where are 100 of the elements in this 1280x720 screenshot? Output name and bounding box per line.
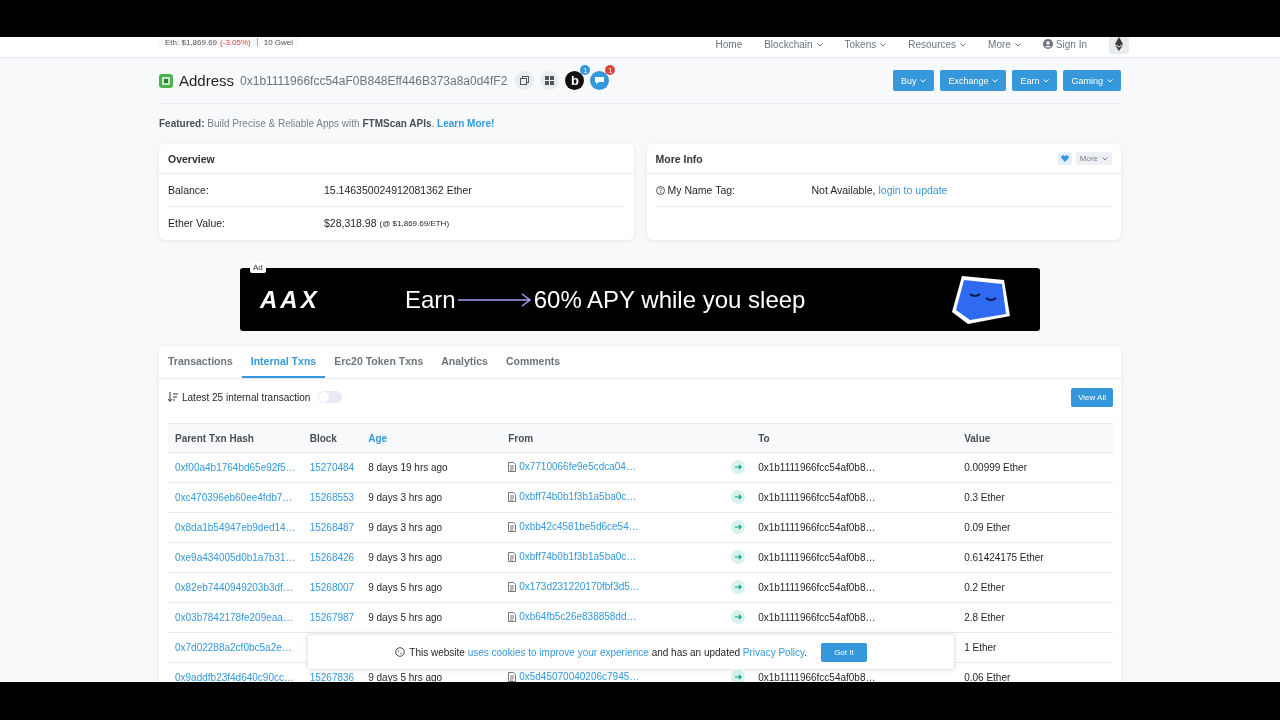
value-text: 2.8 Ether bbox=[964, 612, 1005, 623]
value-text: 0.09 Ether bbox=[964, 522, 1011, 533]
to-address: 0x1b1111966fcc54af0b8… bbox=[758, 612, 876, 623]
nav-link[interactable]: Blockchain bbox=[764, 38, 823, 50]
block-link[interactable]: 15268007 bbox=[309, 582, 355, 593]
block-link[interactable]: 15268487 bbox=[309, 522, 355, 533]
ad-logo: AAX bbox=[260, 285, 321, 314]
more-button[interactable]: More bbox=[1075, 152, 1112, 165]
card-title: Overview bbox=[168, 152, 215, 165]
arrow-right-icon bbox=[731, 489, 746, 504]
txn-hash-link[interactable]: 0x03b7842178fe209eaa… bbox=[175, 612, 293, 623]
age-text: 9 days 3 hrs ago bbox=[368, 552, 443, 563]
from-address-link[interactable]: 0xbb42c4581be5d6ce54… bbox=[519, 521, 639, 533]
txn-hash-link[interactable]: 0x8da1b54947eb9ded14… bbox=[175, 522, 296, 533]
column-header[interactable]: Age bbox=[361, 423, 502, 453]
caret-icon bbox=[960, 42, 967, 47]
block-link[interactable]: 15270484 bbox=[309, 462, 355, 473]
qr-code-button[interactable] bbox=[540, 71, 560, 90]
field-label: My Name Tag: bbox=[667, 184, 735, 196]
view-all-button[interactable]: View All bbox=[1071, 387, 1113, 407]
value-text: 0.2 Ether bbox=[964, 582, 1005, 593]
address-hash: 0x1b1111966fcc54aF0B848Eff446B373a8a0d4fF2 bbox=[240, 73, 508, 88]
arrow-right-icon bbox=[731, 609, 746, 624]
nav-link[interactable]: More bbox=[988, 38, 1021, 50]
value-text: 0.3 Ether bbox=[964, 492, 1005, 503]
eth-price: Eth: $1,869.69 bbox=[165, 37, 218, 47]
caret-icon bbox=[992, 79, 999, 84]
from-address-link[interactable]: 0x173d231220170fbf3d5… bbox=[519, 581, 640, 593]
caret-icon bbox=[1102, 156, 1108, 161]
to-address: 0x1b1111966fcc54af0b8… bbox=[758, 522, 876, 533]
b-logo-button[interactable]: b bbox=[565, 71, 585, 90]
tab[interactable]: Analytics bbox=[432, 346, 497, 378]
cookie-icon bbox=[395, 647, 406, 657]
rate-note: (@ $1,869.69/ETH) bbox=[379, 218, 450, 228]
column-header: Parent Txn Hash bbox=[168, 423, 303, 453]
to-address: 0x1b1111966fcc54af0b8… bbox=[758, 552, 876, 563]
tab[interactable]: Erc20 Token Txns bbox=[325, 346, 433, 378]
txn-hash-link[interactable]: 0x82eb7440949203b3df… bbox=[175, 582, 293, 593]
learn-more-link[interactable]: Learn More! bbox=[437, 118, 495, 129]
from-address-link[interactable]: 0xb64fb5c26e838858dd… bbox=[519, 611, 637, 623]
to-address: 0x1b1111966fcc54af0b8… bbox=[758, 672, 876, 682]
ad-text: Earn bbox=[405, 285, 456, 314]
from-address-link[interactable]: 0xbff74b0b1f3b1a5ba0c… bbox=[519, 491, 637, 503]
txn-hash-link[interactable]: 0x7d02288a2cf0bc5a2e… bbox=[175, 642, 292, 653]
to-address: 0x1b1111966fcc54af0b8… bbox=[758, 492, 876, 503]
dropdown-button[interactable]: Earn bbox=[1012, 70, 1058, 91]
ad-text: 60% APY while you sleep bbox=[533, 285, 806, 314]
chat-button[interactable] bbox=[590, 71, 610, 90]
field-value: 15.146350024912081362 Ether bbox=[324, 184, 472, 196]
to-address: 0x1b1111966fcc54af0b8… bbox=[758, 462, 876, 473]
nav-link[interactable]: Resources bbox=[908, 38, 967, 50]
txn-hash-link[interactable]: 0x9addfb23f4d640c90cc… bbox=[175, 672, 294, 682]
arrow-right-icon bbox=[731, 519, 746, 534]
sign-in-link[interactable]: Sign In bbox=[1042, 38, 1087, 50]
block-link[interactable]: 15268553 bbox=[309, 492, 355, 503]
block-link[interactable]: 15267836 bbox=[309, 672, 355, 682]
caret-icon bbox=[1107, 79, 1113, 84]
to-address: 0x1b1111966fcc54af0b8… bbox=[758, 582, 876, 593]
txn-hash-link[interactable]: 0xf00a4b1764bd65e92f5… bbox=[175, 462, 296, 473]
favorite-button[interactable] bbox=[1057, 152, 1072, 165]
block-link[interactable]: 15267987 bbox=[309, 612, 355, 623]
contract-icon bbox=[508, 671, 517, 682]
contract-icon bbox=[508, 551, 517, 562]
column-header: From bbox=[501, 423, 752, 453]
tab[interactable]: Transactions bbox=[159, 346, 242, 378]
dropdown-button[interactable]: Exchange bbox=[940, 70, 1007, 91]
from-address-link[interactable]: 0xbff74b0b1f3b1a5ba0c… bbox=[519, 551, 637, 563]
field-label: Ether Value: bbox=[168, 217, 226, 229]
caret-icon bbox=[920, 79, 927, 84]
toggle-switch[interactable] bbox=[318, 391, 343, 403]
nav-link[interactable]: Home bbox=[715, 38, 743, 50]
txn-hash-link[interactable]: 0xe9a434005d0b1a7b31… bbox=[175, 552, 296, 563]
tab[interactable]: Internal Txns bbox=[241, 346, 326, 378]
page-title: Address bbox=[179, 72, 235, 89]
login-link[interactable]: login to update bbox=[878, 184, 948, 196]
ethereum-icon[interactable] bbox=[1109, 37, 1129, 54]
column-header: Value bbox=[957, 423, 1113, 453]
from-address-link[interactable]: 0x7710066fe9e5cdca04… bbox=[519, 461, 636, 473]
nav-link[interactable]: Tokens bbox=[844, 38, 887, 50]
arrow-icon bbox=[457, 292, 532, 307]
from-address-link[interactable]: 0x5d45070040206c7945… bbox=[519, 671, 640, 682]
cookie-policy-link[interactable]: uses cookies to improve your experience bbox=[467, 646, 649, 658]
dropdown-button[interactable]: Buy bbox=[892, 70, 935, 91]
caret-icon bbox=[880, 42, 887, 47]
sort-icon bbox=[168, 392, 178, 402]
age-text: 9 days 3 hrs ago bbox=[368, 492, 443, 503]
tab[interactable]: Comments bbox=[496, 346, 570, 378]
price-change: (-3.05%) bbox=[220, 37, 251, 47]
value-text: 1 Ether bbox=[964, 642, 997, 653]
txn-hash-link[interactable]: 0xc470396eb60ee4fdb7… bbox=[175, 492, 293, 503]
column-header: Block bbox=[302, 423, 362, 453]
copy-icon bbox=[520, 76, 530, 85]
contract-icon bbox=[508, 611, 517, 622]
heart-icon bbox=[1060, 155, 1069, 162]
copy-button[interactable] bbox=[515, 71, 535, 90]
contract-icon bbox=[508, 461, 517, 472]
age-text: 8 days 19 hrs ago bbox=[368, 462, 448, 473]
dropdown-button[interactable]: Gaming bbox=[1063, 70, 1121, 91]
got-it-button[interactable]: Got It bbox=[821, 642, 867, 662]
block-link[interactable]: 15268426 bbox=[309, 552, 355, 563]
